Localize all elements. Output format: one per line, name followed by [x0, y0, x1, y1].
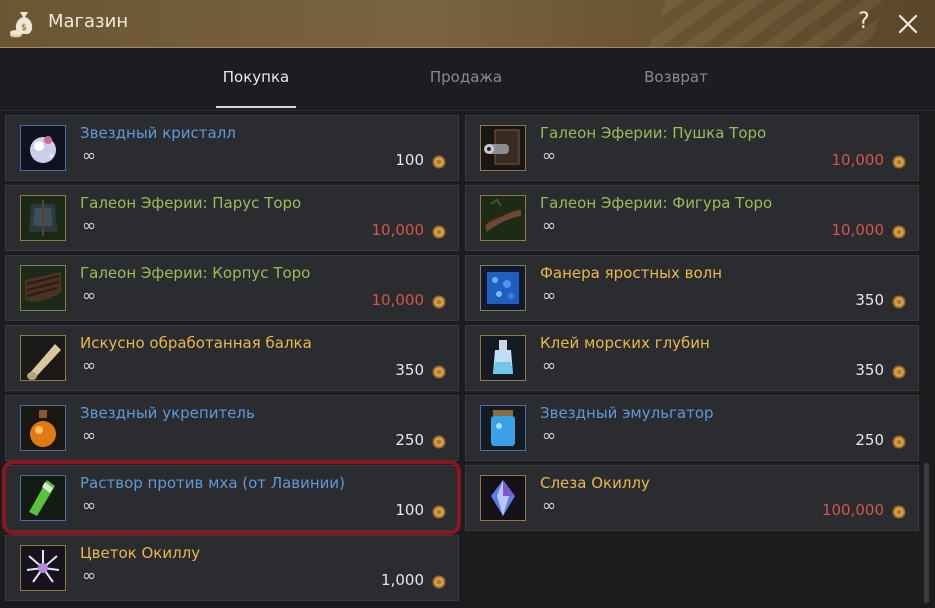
item-price: 250 [855, 431, 884, 449]
window-title: Магазин [48, 11, 129, 32]
shop-item-card[interactable]: Галеон Эферии: Фигура Торо ∞ 10,000 [465, 185, 919, 251]
silver-coin-icon [432, 224, 446, 239]
close-icon[interactable] [896, 12, 920, 36]
title-bar: $ Магазин ? [0, 0, 935, 48]
item-stock-infinite: ∞ [542, 426, 557, 446]
item-name: Клей морских глубин [540, 334, 710, 352]
item-stock-infinite: ∞ [542, 216, 557, 236]
item-price: 1,000 [381, 571, 424, 589]
item-price: 10,000 [371, 221, 425, 239]
crystal-tear-icon [480, 475, 526, 521]
item-price: 350 [855, 291, 884, 309]
item-stock-infinite: ∞ [542, 146, 557, 166]
tab-sell[interactable]: Продажа [426, 68, 506, 86]
active-tab-indicator [216, 106, 296, 108]
item-stock-infinite: ∞ [82, 356, 97, 376]
shop-item-card[interactable]: Слеза Окиллу ∞ 100,000 [465, 465, 919, 531]
item-name: Искусно обработанная балка [80, 334, 312, 352]
item-name: Звездный эмульгатор [540, 404, 714, 422]
blue-jar-icon [480, 405, 526, 451]
tab-bar: Покупка Продажа Возврат [0, 48, 935, 110]
item-price: 100,000 [821, 501, 884, 519]
shop-item-card[interactable]: Галеон Эферии: Пушка Торо ∞ 10,000 [465, 115, 919, 181]
scrollbar[interactable] [924, 463, 929, 603]
star-crystal-icon [20, 125, 66, 171]
shop-item-card[interactable]: Галеон Эферии: Корпус Торо ∞ 10,000 [5, 255, 459, 321]
flower-icon [20, 545, 66, 591]
item-name: Галеон Эферии: Пушка Торо [540, 124, 767, 142]
timber-icon [20, 335, 66, 381]
item-name: Цветок Окиллу [80, 544, 201, 562]
shop-item-card[interactable]: Фанера яростных волн ∞ 350 [465, 255, 919, 321]
item-stock-infinite: ∞ [82, 286, 97, 306]
tab-buy[interactable]: Покупка [216, 68, 296, 86]
silver-coin-icon [432, 434, 446, 449]
item-name: Звездный укрепитель [80, 404, 255, 422]
shop-item-card[interactable]: Клей морских глубин ∞ 350 [465, 325, 919, 391]
shop-item-card[interactable]: Звездный кристалл ∞ 100 [5, 115, 459, 181]
shop-item-card[interactable]: Искусно обработанная балка ∞ 350 [5, 325, 459, 391]
coin-bag-icon: $ [10, 12, 33, 38]
shop-item-card[interactable]: Звездный укрепитель ∞ 250 [5, 395, 459, 461]
item-price: 100 [395, 151, 424, 169]
silver-coin-icon [432, 504, 446, 519]
silver-coin-icon [432, 364, 446, 379]
item-stock-infinite: ∞ [82, 216, 97, 236]
silver-coin-icon [892, 504, 906, 519]
question-mark-icon[interactable]: ? [858, 9, 870, 34]
item-name: Галеон Эферии: Фигура Торо [540, 194, 773, 212]
silver-coin-icon [892, 364, 906, 379]
silver-coin-icon [892, 154, 906, 169]
hull-icon [20, 265, 66, 311]
item-name: Слеза Окиллу [540, 474, 650, 492]
item-stock-infinite: ∞ [82, 566, 97, 586]
item-stock-infinite: ∞ [82, 496, 97, 516]
item-price: 10,000 [831, 151, 885, 169]
item-price: 350 [395, 361, 424, 379]
item-name: Звездный кристалл [80, 124, 236, 142]
item-price: 10,000 [371, 291, 425, 309]
svg-text:$: $ [21, 23, 27, 33]
silver-coin-icon [432, 294, 446, 309]
silver-coin-icon [892, 224, 906, 239]
shop-item-card[interactable]: Раствор против мха (от Лавинии) ∞ 100 [5, 465, 459, 531]
glue-bottle-icon [480, 335, 526, 381]
green-vial-icon [20, 475, 66, 521]
item-stock-infinite: ∞ [542, 496, 557, 516]
item-stock-infinite: ∞ [82, 426, 97, 446]
item-name: Фанера яростных волн [540, 264, 723, 282]
sail-icon [20, 195, 66, 241]
item-name: Галеон Эферии: Корпус Торо [80, 264, 311, 282]
silver-coin-icon [432, 574, 446, 589]
item-price: 350 [855, 361, 884, 379]
item-name: Галеон Эферии: Парус Торо [80, 194, 302, 212]
silver-coin-icon [432, 154, 446, 169]
item-price: 100 [395, 501, 424, 519]
shop-item-card[interactable]: Цветок Окиллу ∞ 1,000 [5, 535, 459, 601]
figurehead-icon [480, 195, 526, 241]
shop-item-card[interactable]: Звездный эмульгатор ∞ 250 [465, 395, 919, 461]
item-price: 250 [395, 431, 424, 449]
silver-coin-icon [892, 294, 906, 309]
item-price: 10,000 [831, 221, 885, 239]
item-stock-infinite: ∞ [82, 146, 97, 166]
tabs-divider [0, 110, 935, 111]
item-stock-infinite: ∞ [542, 286, 557, 306]
cannon-icon [480, 125, 526, 171]
plywood-icon [480, 265, 526, 311]
orange-potion-icon [20, 405, 66, 451]
item-stock-infinite: ∞ [542, 356, 557, 376]
item-name: Раствор против мха (от Лавинии) [80, 474, 346, 492]
silver-coin-icon [892, 434, 906, 449]
tab-return[interactable]: Возврат [636, 68, 716, 86]
shop-item-card[interactable]: Галеон Эферии: Парус Торо ∞ 10,000 [5, 185, 459, 251]
